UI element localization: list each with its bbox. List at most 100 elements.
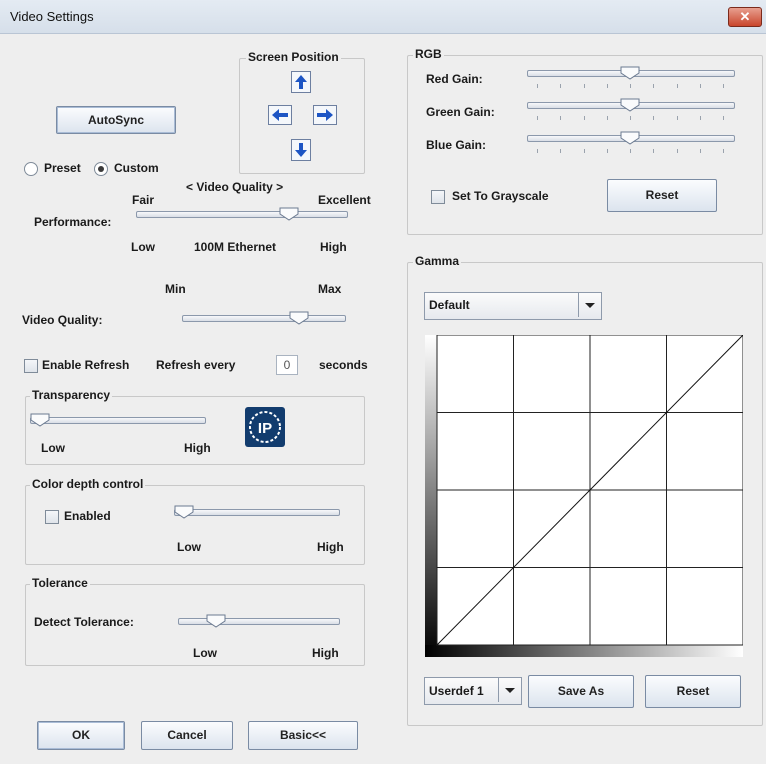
gamma-curve-graph[interactable]	[425, 334, 744, 657]
custom-radio[interactable]	[94, 162, 108, 176]
performance-excellent-label: Excellent	[318, 193, 371, 207]
performance-low-label: Low	[131, 240, 155, 254]
rgb-title: RGB	[413, 47, 444, 61]
autosync-button[interactable]: AutoSync	[56, 106, 176, 134]
ok-label: OK	[72, 728, 90, 742]
video-quality-label: Video Quality:	[22, 313, 103, 327]
slider-thumb[interactable]	[174, 505, 194, 519]
transparency-slider[interactable]	[30, 417, 206, 424]
performance-fair-label: Fair	[132, 193, 155, 207]
slider-tick	[583, 116, 585, 120]
save-as-button[interactable]: Save As	[528, 675, 634, 708]
window-title: Video Settings	[10, 9, 94, 24]
color-depth-low-label: Low	[177, 540, 201, 554]
arrow-right-icon	[317, 109, 333, 121]
slider-tick	[560, 84, 562, 88]
rgb-reset-label: Reset	[645, 188, 679, 202]
color-depth-high-label: High	[317, 540, 344, 554]
rgb-reset-button[interactable]: Reset	[607, 179, 717, 212]
detect-tolerance-label: Detect Tolerance:	[34, 615, 134, 629]
gamma-reset-label: Reset	[676, 684, 710, 698]
slider-tick	[676, 84, 678, 88]
slider-thumb[interactable]	[620, 131, 640, 145]
move-up-button[interactable]	[291, 71, 311, 93]
slider-tick	[723, 116, 724, 120]
slider-tick	[723, 149, 724, 153]
refresh-every-label: Refresh every	[156, 358, 236, 372]
enable-refresh-label: Enable Refresh	[42, 358, 130, 372]
grayscale-label: Set To Grayscale	[452, 189, 549, 203]
slider-thumb[interactable]	[30, 413, 50, 427]
basic-label: Basic<<	[279, 728, 327, 742]
slider-thumb[interactable]	[620, 66, 640, 80]
slider-thumb[interactable]	[279, 207, 299, 221]
cancel-label: Cancel	[167, 728, 207, 742]
slider-tick	[723, 84, 724, 88]
ok-button[interactable]: OK	[37, 721, 125, 750]
arrow-left-icon	[272, 109, 288, 121]
color-depth-slider[interactable]	[174, 509, 340, 516]
slider-tick	[560, 116, 562, 120]
basic-button[interactable]: Basic<<	[248, 721, 358, 750]
seconds-label: seconds	[319, 358, 368, 372]
custom-label: Custom	[114, 161, 159, 175]
slider-tick	[699, 149, 701, 153]
slider-tick	[676, 116, 678, 120]
grayscale-checkbox[interactable]	[431, 190, 445, 204]
slider-thumb[interactable]	[289, 311, 309, 325]
slider-tick	[699, 84, 701, 88]
move-right-button[interactable]	[313, 105, 337, 125]
slider-tick	[653, 116, 655, 120]
slider-tick	[583, 84, 585, 88]
userdef-select[interactable]: Userdef 1	[424, 677, 522, 705]
refresh-seconds-input[interactable]: 0	[276, 355, 298, 375]
transparency-low-label: Low	[41, 441, 65, 455]
arrow-up-icon	[295, 75, 307, 89]
slider-tick	[606, 116, 608, 120]
slider-tick	[583, 149, 585, 153]
slider-tick	[606, 84, 608, 88]
color-depth-enabled-checkbox[interactable]	[45, 510, 59, 524]
slider-tick	[676, 149, 678, 153]
tolerance-slider[interactable]	[178, 618, 340, 625]
slider-tick	[537, 149, 538, 153]
close-button[interactable]: ✕	[728, 7, 762, 27]
chevron-down-icon	[505, 688, 515, 693]
performance-label: Performance:	[34, 215, 112, 229]
gamma-title: Gamma	[413, 254, 462, 268]
gamma-reset-button[interactable]: Reset	[645, 675, 741, 708]
preset-label: Preset	[44, 161, 81, 175]
transparency-title: Transparency	[30, 388, 113, 402]
tolerance-title: Tolerance	[30, 576, 90, 590]
arrow-down-icon	[295, 143, 307, 157]
ip-logo-text: IP	[258, 420, 272, 437]
gamma-preset-select[interactable]: Default	[424, 292, 602, 320]
green-gain-label: Green Gain:	[426, 105, 495, 119]
slider-tick	[560, 149, 562, 153]
video-quality-header: < Video Quality >	[186, 180, 284, 194]
title-bar: Video Settings ✕	[0, 0, 766, 34]
cancel-button[interactable]: Cancel	[141, 721, 233, 750]
performance-slider[interactable]	[136, 211, 348, 218]
slider-tick	[537, 116, 538, 120]
slider-thumb[interactable]	[620, 98, 640, 112]
close-icon: ✕	[739, 9, 751, 24]
video-quality-max-label: Max	[318, 282, 342, 296]
slider-thumb[interactable]	[206, 614, 226, 628]
performance-ethernet-label: 100M Ethernet	[194, 240, 277, 254]
gamma-preset-value: Default	[429, 298, 470, 312]
color-depth-title: Color depth control	[30, 477, 146, 491]
enable-refresh-checkbox[interactable]	[24, 359, 38, 373]
horizontal-gradient-bar	[425, 645, 743, 657]
screen-position-label: Screen Position	[246, 50, 341, 64]
move-left-button[interactable]	[268, 105, 292, 125]
video-quality-slider[interactable]	[182, 315, 346, 322]
move-down-button[interactable]	[291, 139, 311, 161]
tolerance-high-label: High	[312, 646, 339, 660]
transparency-high-label: High	[184, 441, 211, 455]
userdef-value: Userdef 1	[429, 684, 484, 698]
video-settings-window: Video Settings ✕ Screen Position AutoSyn…	[0, 0, 766, 764]
tolerance-low-label: Low	[193, 646, 217, 660]
color-depth-enabled-label: Enabled	[64, 509, 111, 523]
preset-radio[interactable]	[24, 162, 38, 176]
